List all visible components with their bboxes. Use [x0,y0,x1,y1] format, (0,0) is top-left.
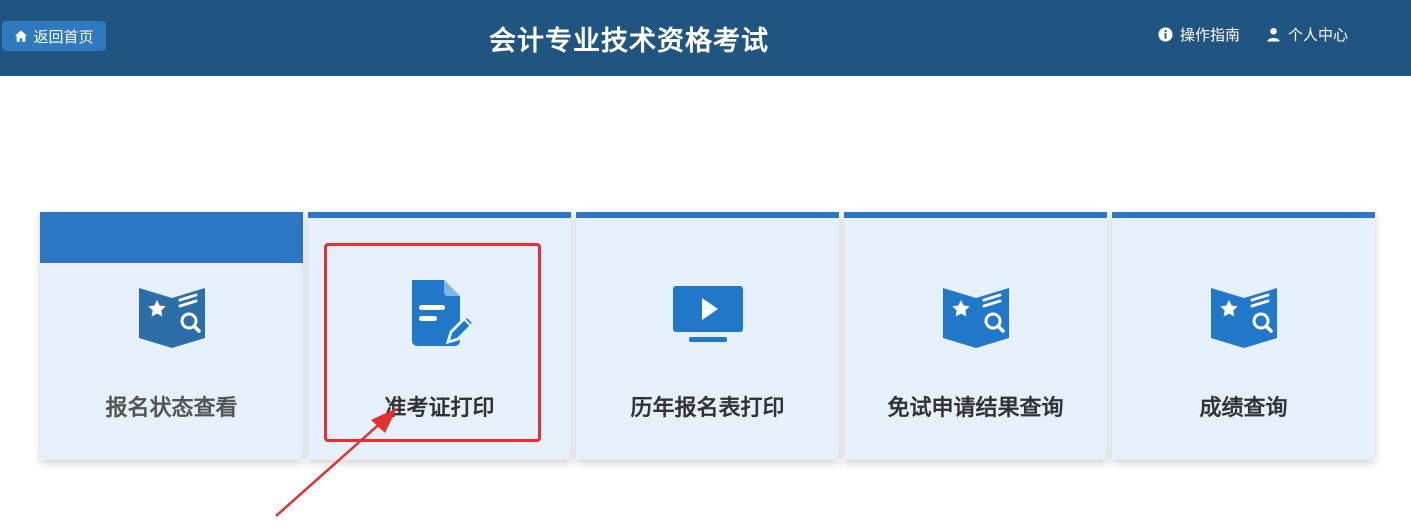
document-edit-icon [404,278,476,350]
guide-link[interactable]: 操作指南 [1158,24,1240,45]
card-score-query[interactable]: 成绩查询 [1112,212,1375,460]
user-icon [1267,27,1280,42]
card-label: 历年报名表打印 [630,396,785,421]
card-admission-ticket-print[interactable]: 准考证打印 [308,212,571,460]
video-play-icon [672,278,744,350]
card-registration-status[interactable]: 报名状态查看 [40,212,303,460]
card-exemption-result[interactable]: 免试申请结果查询 [844,212,1107,460]
card-label: 成绩查询 [1199,396,1288,421]
card-label: 报名状态查看 [105,396,238,421]
star-book-search-icon [940,278,1012,350]
page-title: 会计专业技术资格考试 [489,25,769,57]
card-label: 准考证打印 [384,396,495,421]
user-center-link[interactable]: 个人中心 [1266,24,1348,45]
star-book-search-icon [1208,278,1280,350]
top-bar: 返回首页 会计专业技术资格考试 操作指南 个人中心 [0,0,1411,76]
info-icon [1158,27,1173,42]
star-book-search-icon [136,278,208,350]
card-history-form-print[interactable]: 历年报名表打印 [576,212,839,460]
guide-link-label: 操作指南 [1179,26,1240,44]
user-center-link-label: 个人中心 [1287,26,1348,44]
feature-cards: 报名状态查看 准考证打印 历年报名表打印 免试申请结果查询 成绩查询 [40,212,1376,460]
card-active-banner [40,212,303,263]
card-label: 免试申请结果查询 [887,396,1064,421]
